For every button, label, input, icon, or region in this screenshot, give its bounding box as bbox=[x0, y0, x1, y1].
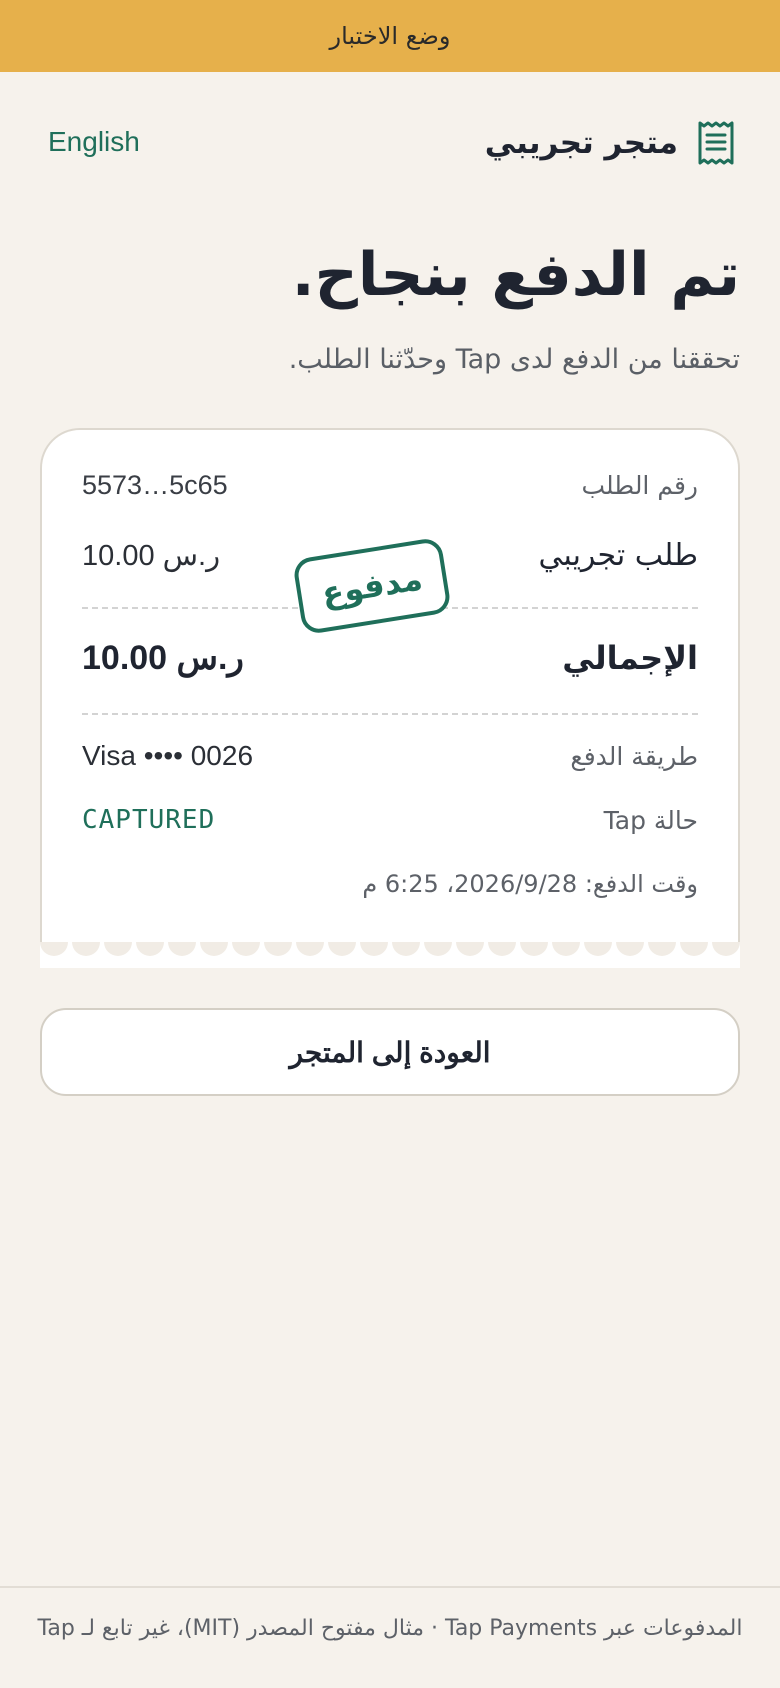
scallop-notch bbox=[72, 942, 100, 956]
page-subtitle: تحققنا من الدفع لدى Tap وحدّثنا الطلب. bbox=[288, 344, 740, 375]
scallop-notch bbox=[488, 942, 516, 956]
scallop-notch bbox=[328, 942, 356, 956]
scallop-notch bbox=[296, 942, 324, 956]
payment-method-label: طريقة الدفع bbox=[570, 741, 698, 771]
scallop-notch bbox=[264, 942, 292, 956]
payment-status-value: CAPTURED bbox=[82, 805, 216, 835]
receipt-icon bbox=[698, 121, 734, 165]
scallop-notch bbox=[392, 942, 420, 956]
payment-status-label: حالة Tap bbox=[603, 805, 698, 835]
paid-time: وقت الدفع: 2026/9/28، 6:25 م bbox=[362, 870, 698, 898]
scallop-notch bbox=[456, 942, 484, 956]
scallop-notch bbox=[520, 942, 548, 956]
header: English متجر تجريبي bbox=[0, 112, 780, 176]
test-mode-label: وضع الاختبار bbox=[329, 22, 451, 50]
total-row: 10.00 ر.س الإجمالي bbox=[82, 638, 698, 678]
order-item-label: طلب تجريبي bbox=[538, 538, 698, 573]
order-number-label: رقم الطلب bbox=[581, 471, 698, 500]
test-mode-banner: وضع الاختبار bbox=[0, 0, 780, 72]
payment-method-value: Visa •••• 0026 bbox=[82, 740, 254, 771]
total-label: الإجمالي bbox=[562, 639, 698, 677]
store-brand: متجر تجريبي bbox=[485, 120, 736, 166]
page-title: تم الدفع بنجاح. bbox=[291, 240, 740, 310]
total-amount: 10.00 ر.س bbox=[82, 639, 244, 677]
receipt-torn-edge bbox=[40, 942, 740, 968]
scallop-notch bbox=[168, 942, 196, 956]
scallop-notch bbox=[648, 942, 676, 956]
footer-note: المدفوعات عبر Tap Payments · مثال مفتوح … bbox=[37, 1616, 743, 1641]
scallop-notch bbox=[136, 942, 164, 956]
store-name: متجر تجريبي bbox=[484, 125, 678, 161]
scallop-notch bbox=[360, 942, 388, 956]
scallop-notch bbox=[104, 942, 132, 956]
scallop-notch bbox=[40, 942, 68, 956]
footer-divider bbox=[0, 1586, 780, 1588]
receipt-card: 5573…5c65 رقم الطلب 10.00 ر.س طلب تجريبي… bbox=[40, 428, 740, 968]
scallop-notch bbox=[200, 942, 228, 956]
scallop-notch bbox=[616, 942, 644, 956]
order-item-amount: 10.00 ر.س bbox=[82, 540, 221, 572]
divider bbox=[82, 713, 698, 715]
scallop-notch bbox=[584, 942, 612, 956]
payment-status-row: CAPTURED حالة Tap bbox=[82, 805, 698, 835]
scallop-notch bbox=[712, 942, 740, 956]
scallop-notch bbox=[552, 942, 580, 956]
order-number-value: 5573…5c65 bbox=[82, 470, 228, 500]
payment-method-row: Visa •••• 0026 طريقة الدفع bbox=[82, 740, 698, 772]
language-switch-link[interactable]: English bbox=[48, 126, 140, 158]
scallop-notch bbox=[680, 942, 708, 956]
scallop-notch bbox=[232, 942, 260, 956]
back-to-store-button[interactable]: العودة إلى المتجر bbox=[40, 1008, 740, 1096]
order-number-row: 5573…5c65 رقم الطلب bbox=[82, 470, 698, 501]
scallop-notch bbox=[424, 942, 452, 956]
